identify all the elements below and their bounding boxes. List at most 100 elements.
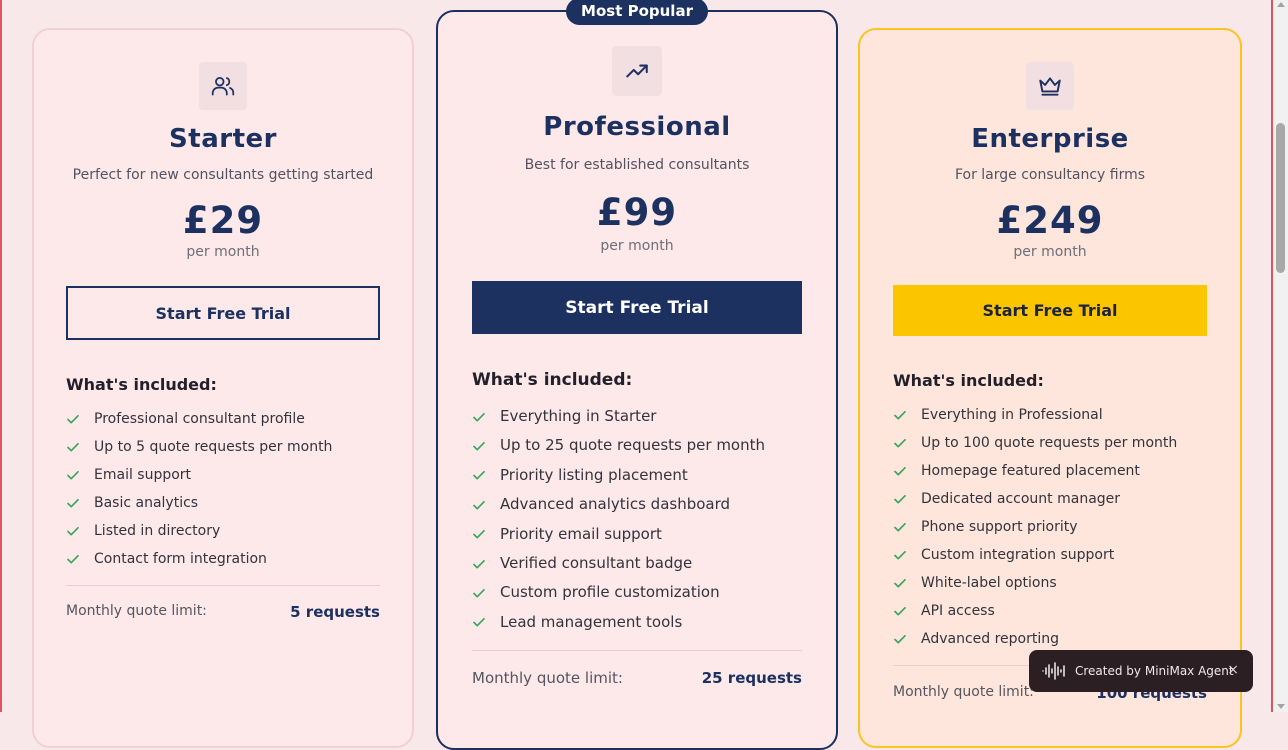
feature-item: Advanced reporting <box>893 625 1233 653</box>
scroll-up-arrow-icon[interactable] <box>1277 2 1285 7</box>
feature-list-starter: Professional consultant profile Up to 5 q… <box>66 405 386 573</box>
feature-item: Verified consultant badge <box>472 549 812 578</box>
feature-item: Dedicated account manager <box>893 485 1233 513</box>
check-icon <box>894 522 906 532</box>
plan-price-starter: £29 <box>182 199 264 242</box>
toast-text: Created by MiniMax Agent <box>1075 664 1234 678</box>
feature-label: Custom integration support <box>921 547 1115 563</box>
feature-label: Priority email support <box>500 524 662 543</box>
feature-item: White-label options <box>893 569 1233 597</box>
feature-item: Advanced analytics dashboard <box>472 490 812 519</box>
check-icon <box>894 634 906 644</box>
users-icon <box>199 62 247 110</box>
feature-item: Custom profile customization <box>472 578 812 607</box>
included-heading-starter: What's included: <box>66 375 217 394</box>
feature-label: API access <box>921 603 995 619</box>
feature-item: Phone support priority <box>893 513 1233 541</box>
start-free-trial-button-enterprise[interactable]: Start Free Trial <box>893 285 1207 336</box>
included-heading-enterprise: What's included: <box>893 371 1044 390</box>
feature-label: Up to 25 quote requests per month <box>500 436 766 455</box>
check-icon <box>67 498 79 508</box>
check-icon <box>67 526 79 536</box>
check-icon <box>894 410 906 420</box>
included-heading-professional: What's included: <box>472 370 633 390</box>
check-icon <box>894 550 906 560</box>
check-icon <box>894 578 906 588</box>
feature-item: Everything in Professional <box>893 401 1233 429</box>
scrollbar[interactable] <box>1273 0 1288 712</box>
check-icon <box>67 554 79 564</box>
start-free-trial-button-professional[interactable]: Start Free Trial <box>472 281 802 334</box>
check-icon <box>473 588 485 598</box>
check-icon <box>894 438 906 448</box>
plan-period-professional: per month <box>600 238 674 254</box>
divider-professional <box>472 650 802 651</box>
frame-border-left <box>0 0 2 712</box>
most-popular-badge: Most Popular <box>566 0 708 25</box>
feature-label: Professional consultant profile <box>94 411 305 427</box>
feature-item: Basic analytics <box>66 489 386 517</box>
limit-value-professional: 25 requests <box>701 669 802 687</box>
feature-label: Custom profile customization <box>500 583 720 602</box>
check-icon <box>894 494 906 504</box>
plan-description-professional: Best for established consultants <box>524 157 750 173</box>
feature-list-professional: Everything in Starter Up to 25 quote requ… <box>472 402 812 637</box>
feature-item: Up to 5 quote requests per month <box>66 433 386 461</box>
feature-item: Contact form integration <box>66 545 386 573</box>
scroll-down-arrow-icon[interactable] <box>1277 704 1285 709</box>
crown-icon <box>1026 62 1074 110</box>
feature-list-enterprise: Everything in Professional Up to 100 quot… <box>893 401 1233 653</box>
close-icon[interactable]: × <box>1227 662 1239 678</box>
feature-label: White-label options <box>921 575 1057 591</box>
check-icon <box>473 412 485 422</box>
feature-item: Custom integration support <box>893 541 1233 569</box>
check-icon <box>894 466 906 476</box>
feature-label: Priority listing placement <box>500 465 688 484</box>
feature-label: Everything in Professional <box>921 407 1103 423</box>
check-icon <box>473 618 485 627</box>
check-icon <box>473 530 485 539</box>
plan-title-starter: Starter <box>169 124 277 154</box>
feature-item: Up to 25 quote requests per month <box>472 431 812 460</box>
feature-label: Lead management tools <box>500 612 683 631</box>
plan-price-enterprise: £249 <box>996 199 1104 242</box>
feature-label: Listed in directory <box>94 523 221 539</box>
plan-description-starter: Perfect for new consultants getting star… <box>72 167 374 183</box>
feature-label: Homepage featured placement <box>921 463 1140 479</box>
feature-label: Basic analytics <box>94 495 199 511</box>
feature-item: Email support <box>66 461 386 489</box>
start-free-trial-button-starter[interactable]: Start Free Trial <box>66 286 380 340</box>
plan-period-starter: per month <box>186 244 260 260</box>
limit-label-enterprise: Monthly quote limit: <box>893 684 1034 700</box>
scroll-thumb[interactable] <box>1276 123 1285 273</box>
check-icon <box>67 470 79 480</box>
check-icon <box>473 471 485 481</box>
plan-title-enterprise: Enterprise <box>971 124 1129 154</box>
plan-title-professional: Professional <box>543 112 731 142</box>
feature-label: Email support <box>94 467 192 483</box>
plan-description-enterprise: For large consultancy firms <box>954 167 1146 183</box>
check-icon <box>67 414 79 424</box>
minimax-agent-toast: Created by MiniMax Agent × <box>1029 650 1253 692</box>
plan-period-enterprise: per month <box>1013 244 1087 260</box>
feature-label: Up to 5 quote requests per month <box>94 439 333 455</box>
feature-label: Phone support priority <box>921 519 1078 535</box>
check-icon <box>473 559 485 569</box>
feature-item: Professional consultant profile <box>66 405 386 433</box>
feature-label: Verified consultant badge <box>500 553 693 572</box>
check-icon <box>67 442 79 452</box>
check-icon <box>894 606 906 616</box>
feature-item: API access <box>893 597 1233 625</box>
limit-value-starter: 5 requests <box>290 603 380 621</box>
feature-item: Listed in directory <box>66 517 386 545</box>
feature-item: Priority email support <box>472 520 812 549</box>
trending-up-icon <box>612 46 662 96</box>
feature-item: Everything in Starter <box>472 402 812 431</box>
feature-label: Up to 100 quote requests per month <box>921 435 1178 451</box>
plan-price-professional: £99 <box>596 191 678 234</box>
feature-label: Contact form integration <box>94 551 267 567</box>
feature-item: Up to 100 quote requests per month <box>893 429 1233 457</box>
feature-label: Dedicated account manager <box>921 491 1121 507</box>
limit-label-starter: Monthly quote limit: <box>66 603 207 619</box>
divider-starter <box>66 585 380 586</box>
